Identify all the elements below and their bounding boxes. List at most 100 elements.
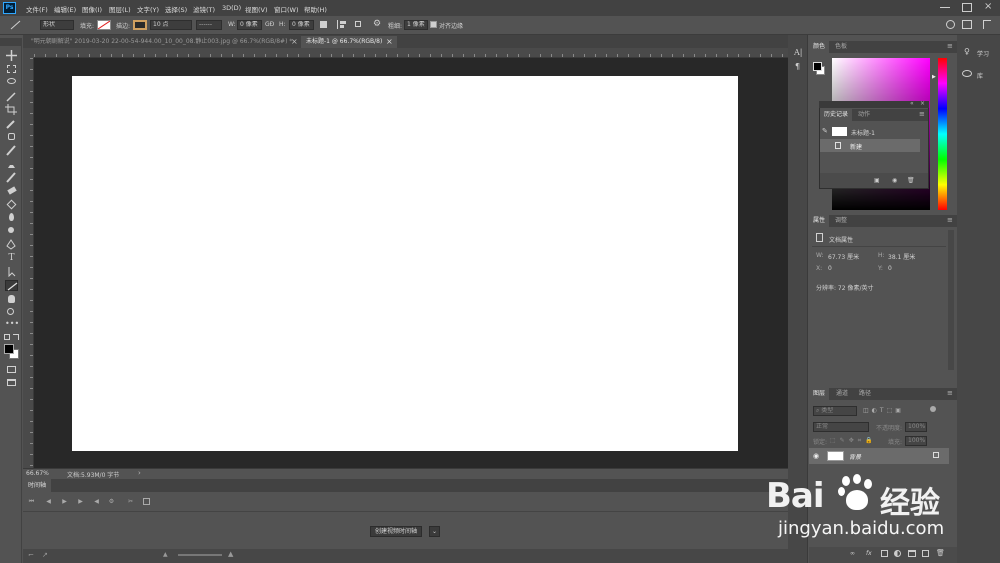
doc-height-value[interactable]: 38.1 厘米: [888, 252, 915, 261]
new-document-from-state-icon[interactable]: ▣: [874, 177, 880, 184]
tab-actions[interactable]: 动作: [854, 109, 874, 121]
menu-view[interactable]: 视图(V): [245, 4, 268, 14]
quick-mask-icon[interactable]: [5, 365, 18, 376]
default-colors-icon[interactable]: [4, 334, 10, 340]
zoom-in-timeline-icon[interactable]: ▲: [228, 550, 233, 558]
timeline-tab[interactable]: 时间轴: [23, 479, 52, 492]
layer-name[interactable]: 背景: [849, 452, 861, 461]
align-edges-checkbox[interactable]: [430, 21, 437, 28]
convert-frame-icon[interactable]: ⌐: [28, 551, 34, 559]
paragraph-panel-icon[interactable]: ¶: [795, 62, 800, 71]
paint-bucket-tool-icon[interactable]: [5, 199, 18, 210]
marquee-tool-icon[interactable]: [5, 64, 18, 75]
tab-swatches[interactable]: 色板: [831, 41, 851, 53]
lightbulb-icon[interactable]: ♀: [964, 47, 970, 56]
stroke-swatch[interactable]: [133, 20, 147, 30]
swap-colors-icon[interactable]: [13, 334, 19, 340]
screen-mode-icon[interactable]: [5, 378, 18, 389]
layer-filter-icons[interactable]: ◫◐T⬚▣: [863, 407, 923, 415]
eye-icon[interactable]: ◉: [813, 452, 819, 460]
audio-icon[interactable]: ◀: [92, 498, 101, 506]
tab-paths[interactable]: 路径: [855, 388, 875, 400]
stroke-width-field[interactable]: 10 点: [150, 20, 192, 30]
lock-icons[interactable]: ⬚✎✥⌗🔒: [830, 437, 877, 445]
timeline-settings-icon[interactable]: ⚙: [107, 498, 116, 506]
lock-icon[interactable]: [933, 452, 939, 458]
healing-brush-tool-icon[interactable]: [5, 131, 18, 142]
properties-scrollbar[interactable]: [948, 230, 954, 370]
trash-icon[interactable]: 🗑: [907, 177, 915, 184]
history-brush-tool-icon[interactable]: [5, 172, 18, 183]
close-window-icon[interactable]: ×: [984, 1, 994, 12]
previous-frame-icon[interactable]: ◀: [44, 498, 53, 506]
properties-panel-menu-icon[interactable]: ≡: [947, 216, 953, 224]
search-icon[interactable]: [946, 20, 955, 29]
path-selection-tool-icon[interactable]: [5, 266, 18, 278]
more-tools-icon[interactable]: •••: [5, 320, 19, 331]
list-item[interactable]: ✎ 未标题-1: [820, 125, 928, 138]
tab-properties[interactable]: 属性: [809, 215, 830, 227]
create-video-timeline-button[interactable]: 创建视频时间轴: [370, 526, 423, 537]
path-operations-icon[interactable]: [320, 21, 327, 28]
menu-window[interactable]: 窗口(W): [274, 4, 299, 14]
tab-color[interactable]: 颜色: [809, 41, 830, 53]
filter-toggle-icon[interactable]: [930, 406, 936, 412]
document-tab-active[interactable]: 未标题-1 @ 66.7%(RGB/8): [301, 36, 397, 48]
render-video-icon[interactable]: ↗: [42, 551, 48, 559]
horizontal-ruler[interactable]: [34, 48, 788, 58]
tab-adjustments[interactable]: 调整: [831, 215, 851, 227]
lasso-tool-icon[interactable]: [5, 77, 18, 88]
type-tool-icon[interactable]: T: [5, 253, 18, 264]
line-tool-preset-icon[interactable]: [10, 20, 22, 30]
fill-swatch[interactable]: [97, 20, 111, 30]
hue-slider-handle-icon[interactable]: ▶: [932, 74, 936, 80]
mask-icon[interactable]: [881, 550, 888, 557]
menu-filter[interactable]: 滤镜(T): [193, 4, 215, 14]
minimize-icon[interactable]: [940, 4, 950, 8]
vertical-ruler[interactable]: [23, 58, 34, 468]
camera-icon[interactable]: ◉: [892, 177, 897, 184]
hand-tool-icon[interactable]: [5, 293, 18, 304]
blur-tool-icon[interactable]: [5, 212, 18, 223]
move-tool-icon[interactable]: [5, 50, 18, 61]
color-panel-menu-icon[interactable]: ≡: [947, 42, 953, 50]
transition-icon[interactable]: [143, 498, 150, 505]
layers-panel-menu-icon[interactable]: ≡: [947, 389, 953, 397]
play-icon[interactable]: ▶: [60, 498, 69, 506]
doc-y-value[interactable]: 0: [888, 265, 892, 272]
color-foreground-swatch[interactable]: [813, 62, 822, 71]
tab-channels[interactable]: 通道: [832, 388, 852, 400]
history-brush-source-icon[interactable]: ✎: [822, 127, 828, 135]
blend-mode-select[interactable]: 正常: [813, 422, 869, 432]
maximize-icon[interactable]: [962, 3, 972, 12]
tab-layers[interactable]: 图层: [809, 388, 830, 400]
split-icon[interactable]: ✂: [126, 498, 135, 506]
trash-icon[interactable]: 🗑: [936, 549, 945, 557]
width-field[interactable]: 0 像素: [237, 20, 262, 30]
tab-close-icon[interactable]: ×: [386, 36, 393, 48]
history-panel-menu-icon[interactable]: ≡: [919, 110, 925, 118]
opacity-field[interactable]: 100%: [905, 422, 927, 432]
height-field[interactable]: 0 像素: [289, 20, 314, 30]
workspace-icon[interactable]: [962, 20, 972, 29]
menu-file[interactable]: 文件(F): [26, 4, 48, 14]
character-panel-icon[interactable]: A|: [794, 48, 802, 57]
group-icon[interactable]: [908, 550, 916, 557]
magic-wand-tool-icon[interactable]: [5, 91, 18, 102]
table-row[interactable]: ◉ 背景: [809, 448, 949, 464]
share-icon[interactable]: [983, 20, 991, 29]
library-label[interactable]: 库: [977, 71, 983, 80]
list-item[interactable]: 新建: [820, 139, 920, 152]
stroke-style-select[interactable]: ------: [196, 20, 222, 30]
path-alignment-icon[interactable]: [337, 20, 347, 29]
hue-slider[interactable]: [938, 58, 947, 210]
layer-filter-select[interactable]: ⌕ 类型: [813, 406, 857, 416]
status-menu-icon[interactable]: ›: [138, 469, 141, 477]
menu-image[interactable]: 图像(I): [82, 4, 102, 14]
doc-x-value[interactable]: 0: [828, 265, 832, 272]
gear-icon[interactable]: ⚙: [373, 19, 381, 29]
clone-stamp-tool-icon[interactable]: [5, 158, 18, 169]
first-frame-icon[interactable]: ⏮: [27, 498, 36, 506]
tab-close-icon[interactable]: ×: [291, 36, 298, 48]
document-tab[interactable]: "明元朝剧解说" 2019-03-20 22-00-54-944.00_10_0…: [26, 36, 298, 48]
